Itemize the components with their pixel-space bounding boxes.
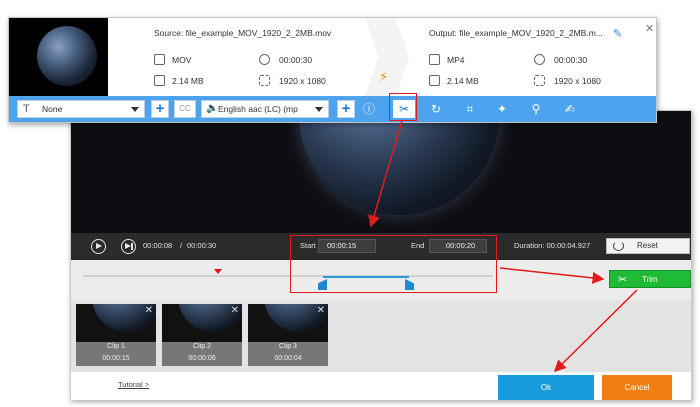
resolution-icon: [259, 75, 270, 86]
clip-duration: 00:00:15: [102, 355, 130, 362]
dialog-footer: Tutorial > Ok Cancel: [71, 372, 691, 400]
effects-icon[interactable]: ✦: [493, 100, 511, 118]
source-duration: 00:00:30: [279, 55, 313, 65]
info-icon[interactable]: ⓘ: [360, 100, 378, 118]
source-format: MOV: [172, 55, 192, 65]
file-size-icon: [429, 75, 440, 86]
clip-name: Clip 2: [193, 343, 211, 350]
crop-icon[interactable]: ⌗: [461, 100, 479, 118]
chevron-down-icon: [131, 107, 139, 112]
cut-tool-highlight: [389, 93, 417, 121]
text-icon: T: [23, 103, 30, 115]
clip-duration: 00:00:06: [188, 355, 216, 362]
add-subtitle-button[interactable]: +: [151, 100, 169, 118]
converter-task-window: Source: file_example_MOV_1920_2_2MB.mov …: [8, 17, 657, 123]
chevron-down-icon: [315, 107, 323, 112]
close-icon[interactable]: ✕: [145, 305, 153, 316]
close-icon[interactable]: ✕: [231, 305, 239, 316]
output-title: Output: file_example_MOV_1920_2_2MB.m...: [429, 28, 603, 38]
output-format: MP4: [447, 55, 465, 65]
source-title: Source: file_example_MOV_1920_2_2MB.mov: [154, 28, 332, 38]
subtitle-value: None: [42, 104, 63, 114]
subtitle-select[interactable]: T None: [17, 100, 145, 118]
clip-item[interactable]: ✕ Clip 3 00:00:04: [248, 304, 328, 366]
pencil-icon[interactable]: ✎: [613, 27, 622, 40]
clip-name: Clip 3: [279, 343, 297, 350]
clips-list: ✕ Clip 1 00:00:15 ✕ Clip 2 00:00:06 ✕ Cl…: [71, 300, 691, 372]
output-resolution: 1920 x 1080: [554, 76, 601, 86]
output-duration: 00:00:30: [554, 55, 588, 65]
subtitle-edit-icon[interactable]: ✍: [561, 100, 579, 118]
output-size: 2.14 MB: [447, 76, 479, 86]
start-end-highlight: [290, 235, 497, 293]
file-size-icon: [154, 75, 165, 86]
add-audio-button[interactable]: +: [337, 100, 355, 118]
close-icon[interactable]: ✕: [645, 22, 654, 35]
reset-label: Reset: [637, 241, 658, 250]
speaker-icon: 🔈: [206, 103, 219, 114]
file-thumbnail: [9, 18, 108, 96]
total-time: 00:00:30: [187, 241, 217, 250]
thumbnail-earth: [37, 26, 97, 86]
scissors-icon: ✂: [618, 274, 628, 286]
video-preview: [71, 111, 691, 233]
trim-label: Trim: [642, 275, 658, 284]
resolution-icon: [534, 75, 545, 86]
file-format-icon: [154, 54, 165, 65]
play-button[interactable]: [91, 239, 106, 254]
close-icon[interactable]: ✕: [317, 305, 325, 316]
lightning-icon[interactable]: ⚡: [379, 69, 388, 85]
audio-track-value: English aac (LC) (mp: [218, 104, 298, 114]
duration-readout: Duration: 00:00:04.927: [514, 241, 591, 250]
edit-toolbar: T None + CC 🔈 English aac (LC) (mp + ⓘ ✂…: [9, 96, 656, 122]
reset-button[interactable]: Reset: [606, 238, 690, 254]
ok-button[interactable]: Ok: [498, 375, 594, 400]
rotate-icon[interactable]: ↻: [427, 100, 445, 118]
file-format-icon: [429, 54, 440, 65]
cancel-button[interactable]: Cancel: [602, 375, 672, 400]
clock-icon: [259, 54, 270, 65]
watermark-icon[interactable]: ⚲: [527, 100, 545, 118]
video-frame-earth: [299, 111, 499, 215]
time-separator: /: [180, 241, 183, 250]
cc-button[interactable]: CC: [174, 100, 196, 118]
current-time: 00:00:08: [143, 241, 173, 250]
tutorial-link[interactable]: Tutorial >: [118, 380, 149, 389]
next-frame-button[interactable]: [121, 239, 136, 254]
audio-track-select[interactable]: 🔈 English aac (LC) (mp: [201, 100, 329, 118]
clip-item[interactable]: ✕ Clip 1 00:00:15: [76, 304, 156, 366]
clip-item[interactable]: ✕ Clip 2 00:00:06: [162, 304, 242, 366]
source-resolution: 1920 x 1080: [279, 76, 326, 86]
clip-name: Clip 1: [107, 343, 125, 350]
clock-icon: [534, 54, 545, 65]
trim-button[interactable]: ✂ Trim: [609, 270, 691, 288]
source-size: 2.14 MB: [172, 76, 204, 86]
playhead-marker[interactable]: [214, 269, 222, 274]
clip-duration: 00:00:04: [274, 355, 302, 362]
reset-icon: [613, 241, 624, 251]
